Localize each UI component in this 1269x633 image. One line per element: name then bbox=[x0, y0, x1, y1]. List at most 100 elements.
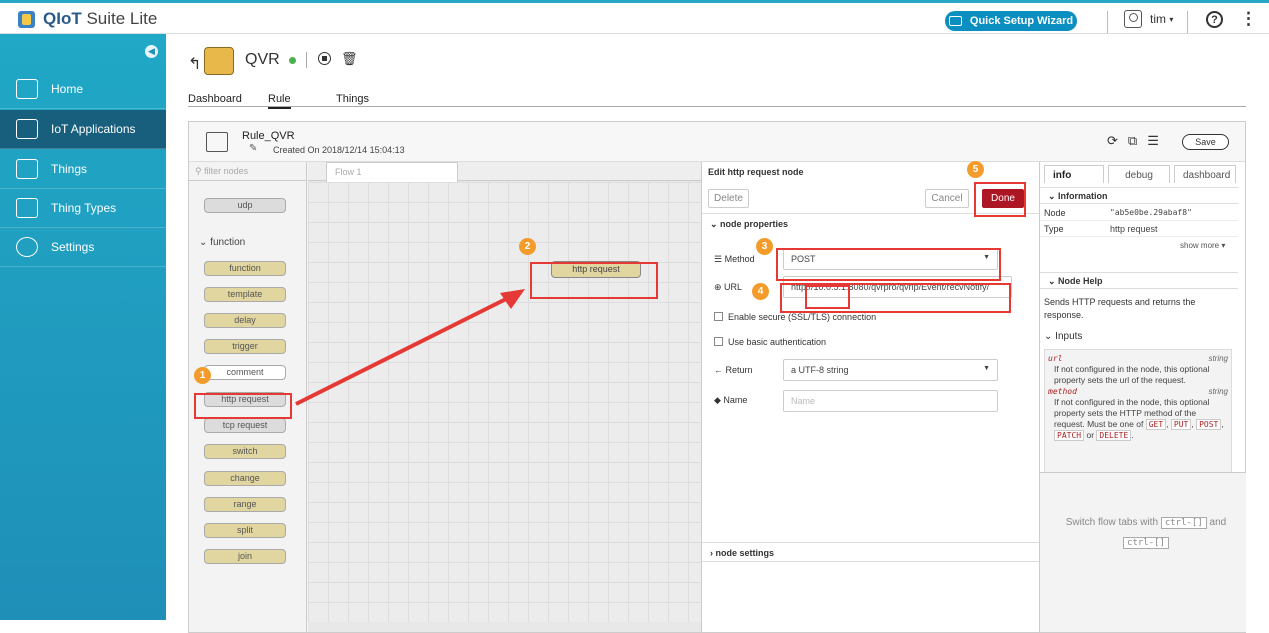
brand-name: QIoT Suite Lite bbox=[43, 9, 158, 28]
tab-dashboard[interactable]: Dashboard bbox=[188, 93, 242, 105]
node-editor: Edit http request node Delete Cancel Don… bbox=[701, 162, 1040, 632]
help-icon[interactable]: ? bbox=[1206, 11, 1223, 28]
node-help-header[interactable]: ⌄ Node Help bbox=[1040, 272, 1238, 289]
palette-node-function[interactable]: function bbox=[204, 261, 286, 276]
url-label: ⊕ URL bbox=[714, 282, 743, 292]
sidebar-item-settings[interactable]: Settings bbox=[0, 228, 166, 267]
tab-flow-1[interactable]: Flow 1 bbox=[326, 162, 458, 182]
flow-canvas: Flow 1 http request bbox=[308, 162, 701, 632]
highlight-palette-http-request bbox=[194, 393, 292, 419]
information-header[interactable]: ⌄ Information bbox=[1040, 187, 1238, 204]
rule-created: Created On 2018/12/14 15:04:13 bbox=[273, 145, 405, 155]
brand[interactable]: QIoT Suite Lite bbox=[18, 8, 157, 30]
editor-title: Edit http request node bbox=[708, 167, 804, 177]
palette-node-comment[interactable]: comment bbox=[204, 365, 286, 380]
qiot-logo-icon bbox=[18, 10, 35, 28]
step-marker-4: 4 bbox=[752, 283, 769, 300]
flow-workspace[interactable]: http request bbox=[308, 182, 701, 622]
rule-toolbar: ⟳⧉☰ bbox=[1107, 133, 1169, 149]
help-inputs-box: url string If not configured in the node,… bbox=[1044, 349, 1232, 474]
palette-node-range[interactable]: range bbox=[204, 497, 286, 512]
keyboard-tips: Switch flow tabs with ctrl-[] and ctrl-[… bbox=[1040, 472, 1246, 632]
gear-icon bbox=[16, 237, 38, 257]
highlight-done bbox=[974, 182, 1026, 217]
palette-node-split[interactable]: split bbox=[204, 523, 286, 538]
more-options-icon[interactable]: ⋮ bbox=[1240, 10, 1257, 27]
app-icon bbox=[204, 47, 234, 75]
sidebar-item-thing-types[interactable]: Thing Types bbox=[0, 189, 166, 228]
iot-app-icon bbox=[16, 119, 38, 139]
show-more-link[interactable]: show more ▾ bbox=[1180, 241, 1225, 250]
step-marker-3: 3 bbox=[756, 238, 773, 255]
list-icon[interactable]: ☰ bbox=[1147, 133, 1169, 148]
collapse-sidebar-icon[interactable]: ◀ bbox=[145, 45, 158, 58]
divider bbox=[1187, 11, 1188, 33]
return-label: ← Return bbox=[714, 365, 753, 375]
basic-auth-checkbox[interactable]: Use basic authentication bbox=[714, 337, 826, 347]
palette-node-change[interactable]: change bbox=[204, 471, 286, 486]
name-input[interactable]: Name bbox=[783, 390, 998, 412]
cancel-button[interactable]: Cancel bbox=[925, 189, 969, 208]
tab-info[interactable]: info bbox=[1044, 165, 1104, 183]
tab-rule[interactable]: Rule bbox=[268, 93, 291, 109]
trash-icon[interactable]: 🗑 bbox=[341, 51, 358, 67]
method-label: ☰ Method bbox=[714, 254, 755, 264]
rule-panel: Rule_QVR ✎ Created On 2018/12/14 15:04:1… bbox=[188, 121, 1246, 633]
flow-tabs: Flow 1 bbox=[308, 162, 701, 182]
chip-icon bbox=[16, 159, 38, 179]
step-marker-5: 5 bbox=[967, 161, 984, 178]
return-select[interactable]: a UTF-8 string ▼ bbox=[783, 359, 998, 381]
save-button[interactable]: Save bbox=[1182, 134, 1229, 150]
step-marker-1: 1 bbox=[194, 367, 211, 384]
inputs-heading: ⌄ Inputs bbox=[1044, 331, 1083, 342]
divider bbox=[1107, 11, 1108, 33]
back-icon[interactable]: ↰ bbox=[188, 54, 201, 74]
delete-button[interactable]: Delete bbox=[708, 189, 749, 208]
palette-node-tcp-request[interactable]: tcp request bbox=[204, 418, 286, 433]
info-sidebar: info debug dashboard ⌄ Information Node "… bbox=[1039, 162, 1246, 632]
palette-node-switch[interactable]: switch bbox=[204, 444, 286, 459]
home-icon bbox=[16, 79, 38, 99]
tab-things[interactable]: Things bbox=[336, 93, 369, 105]
divider bbox=[306, 52, 307, 68]
highlight-flow-node bbox=[530, 262, 658, 299]
palette-node-join[interactable]: join bbox=[204, 549, 286, 564]
stop-icon[interactable] bbox=[318, 52, 331, 65]
top-bar: QIoT Suite Lite Quick Setup Wizard tim ▾… bbox=[0, 0, 1269, 34]
palette-node-udp[interactable]: udp bbox=[204, 198, 286, 213]
sidebar: ◀ Home IoT Applications Things Thing Typ… bbox=[0, 34, 166, 620]
step-marker-2: 2 bbox=[519, 238, 536, 255]
name-label: ◆ Name bbox=[714, 395, 748, 405]
wizard-icon bbox=[948, 16, 962, 26]
user-icon bbox=[1124, 10, 1142, 28]
caret-down-icon: ▾ bbox=[1169, 14, 1174, 24]
info-row-type: Type http request bbox=[1040, 221, 1238, 237]
palette-category-function[interactable]: ⌄ function bbox=[199, 237, 245, 248]
export-icon[interactable]: ⧉ bbox=[1128, 133, 1147, 148]
sidebar-item-home[interactable]: Home bbox=[0, 70, 166, 109]
rule-header: Rule_QVR ✎ Created On 2018/12/14 15:04:1… bbox=[189, 122, 1245, 162]
tab-bar: Dashboard Rule Things bbox=[188, 93, 1246, 109]
quick-setup-wizard-button[interactable]: Quick Setup Wizard bbox=[945, 11, 1077, 31]
chevron-down-icon: ▼ bbox=[983, 365, 990, 372]
palette-node-template[interactable]: template bbox=[204, 287, 286, 302]
sidebar-item-iot-applications[interactable]: IoT Applications bbox=[0, 110, 166, 149]
rule-icon bbox=[206, 132, 228, 152]
tab-dashboard-panel[interactable]: dashboard bbox=[1174, 165, 1236, 183]
sidebar-item-things[interactable]: Things bbox=[0, 150, 166, 189]
palette-node-delay[interactable]: delay bbox=[204, 313, 286, 328]
highlight-ip-address bbox=[805, 285, 850, 309]
status-running-icon bbox=[289, 57, 296, 64]
palette-node-trigger[interactable]: trigger bbox=[204, 339, 286, 354]
filter-nodes-input[interactable]: ⚲ filter nodes bbox=[189, 162, 307, 181]
rule-name: Rule_QVR bbox=[242, 130, 295, 142]
section-node-settings[interactable]: › node settings bbox=[702, 542, 1040, 562]
ssl-checkbox[interactable]: Enable secure (SSL/TLS) connection bbox=[714, 312, 876, 322]
tab-debug[interactable]: debug bbox=[1108, 165, 1170, 183]
edit-icon[interactable]: ✎ bbox=[249, 143, 257, 154]
user-menu[interactable]: tim ▾ bbox=[1124, 10, 1173, 28]
main-content: ↰ QVR 🗑 Dashboard Rule Things Rule_QVR ✎… bbox=[166, 34, 1269, 633]
highlight-method bbox=[776, 248, 1001, 281]
page-title: QVR bbox=[245, 51, 280, 68]
refresh-icon[interactable]: ⟳ bbox=[1107, 133, 1128, 148]
